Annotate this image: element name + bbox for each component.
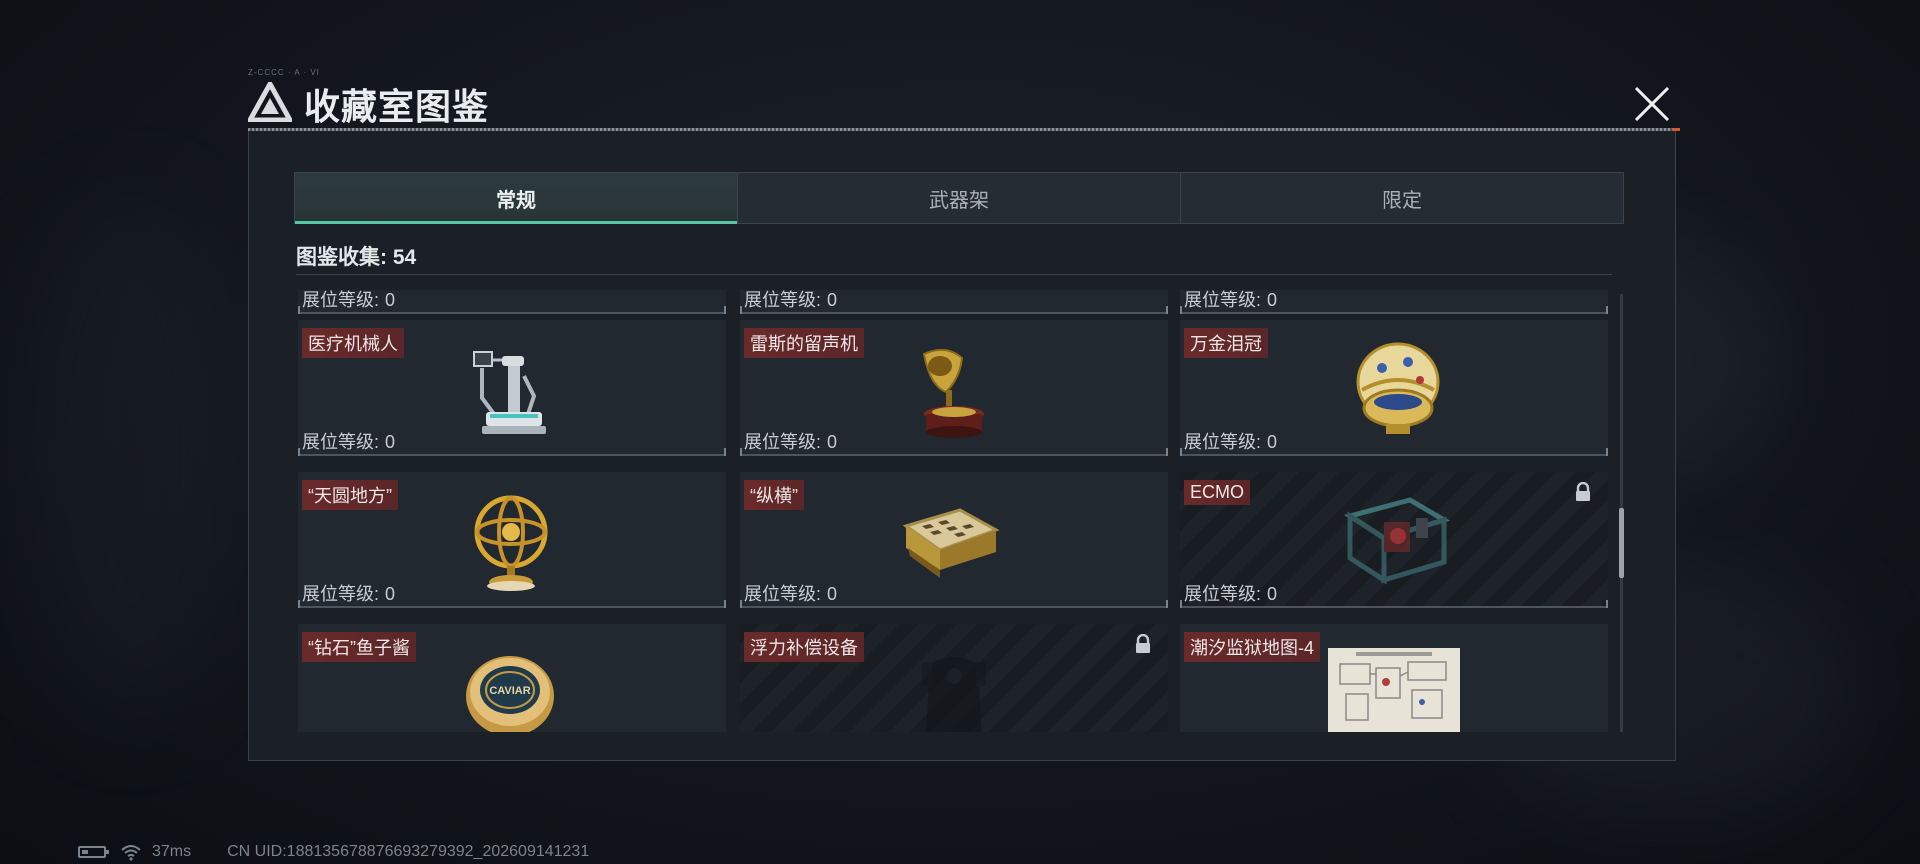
level-label: 展位等级: 0	[744, 584, 838, 604]
collectible-card[interactable]: 展位等级: 0	[1180, 290, 1608, 314]
collectible-card[interactable]: 展位等级: 0	[740, 290, 1168, 314]
item-name: “纵横”	[744, 480, 804, 510]
item-name: “天圆地方”	[302, 480, 398, 510]
page-title: 收藏室图鉴	[304, 86, 490, 127]
medical-robot-icon	[473, 351, 546, 434]
item-name: 万金泪冠	[1184, 328, 1268, 358]
collectible-card[interactable]: 展位等级: 0	[298, 290, 726, 314]
item-name: 浮力补偿设备	[744, 632, 864, 662]
collectible-card[interactable]: “纵横” 展位等级: 0	[740, 472, 1168, 608]
item-name: ECMO	[1184, 480, 1250, 505]
delta-logo-icon	[248, 82, 292, 122]
collectible-card[interactable]: 万金泪冠 展位等级: 0	[1180, 320, 1608, 456]
collectible-card[interactable]: ECMO 展位等级: 0	[1180, 472, 1608, 608]
collectible-card[interactable]: “天圆地方” 展位等级: 0	[298, 472, 726, 608]
buoyancy-vest-icon	[922, 657, 986, 732]
tab-label: 常规	[496, 189, 536, 212]
level-label: 展位等级: 0	[744, 432, 838, 452]
collection-label: 图鉴收集:	[296, 246, 387, 269]
card-underline	[740, 600, 1168, 608]
tab-label: 武器架	[929, 189, 989, 212]
tab-label: 限定	[1382, 189, 1422, 212]
level-label: 展位等级: 0	[302, 290, 396, 310]
lock-icon	[1576, 482, 1590, 501]
scrollbar-thumb[interactable]	[1619, 508, 1624, 578]
background-blur	[20, 200, 240, 720]
level-label: 展位等级: 0	[302, 584, 396, 604]
item-name: 潮汐监狱地图-4	[1184, 632, 1321, 662]
collection-count: 图鉴收集: 54	[296, 241, 416, 271]
ping-text: 37ms	[152, 843, 192, 860]
card-underline	[1180, 448, 1608, 456]
level-label: 展位等级: 0	[302, 432, 396, 452]
card-underline	[298, 448, 726, 456]
tab-regular[interactable]: 常规	[295, 173, 737, 224]
armillary-sphere-icon	[474, 495, 548, 591]
item-name: 医疗机械人	[302, 328, 404, 358]
level-label: 展位等级: 0	[1184, 584, 1278, 604]
uid-text: CN UID:188135678876693279392_20260914123…	[227, 843, 590, 860]
collection-value: 54	[392, 246, 417, 269]
jeweled-egg-icon	[1356, 342, 1440, 434]
level-label: 展位等级: 0	[744, 290, 838, 310]
collectible-card[interactable]: 医疗机械人 展位等级: 0	[298, 320, 726, 456]
card-underline	[1180, 306, 1608, 314]
close-icon[interactable]	[1628, 80, 1676, 128]
level-label: 展位等级: 0	[1184, 290, 1278, 310]
prison-map-icon	[1328, 648, 1460, 732]
item-name: “钻石”鱼子酱	[302, 632, 416, 662]
caviar-label: CAVIAR	[489, 685, 530, 697]
chess-box-icon	[902, 508, 1000, 578]
tab-bar: 常规 武器架 限定	[294, 172, 1624, 224]
card-underline	[740, 448, 1168, 456]
caviar-tin-icon: CAVIAR	[466, 656, 554, 732]
battery-icon	[78, 846, 109, 858]
collectible-card[interactable]: “钻石”鱼子酱 CAVIAR	[298, 624, 726, 732]
tab-limited[interactable]: 限定	[1180, 173, 1623, 223]
level-label: 展位等级: 0	[1184, 432, 1278, 452]
card-underline	[1180, 600, 1608, 608]
section-divider	[296, 274, 1612, 275]
title-bar: Z-CCCC · A · VI 收藏室图鉴	[248, 68, 1678, 132]
tab-weapon-rack[interactable]: 武器架	[737, 173, 1180, 223]
status-bar: 37ms CN UID:188135678876693279392_202609…	[78, 842, 589, 862]
card-underline	[740, 306, 1168, 314]
item-name: 雷斯的留声机	[744, 328, 864, 358]
title-caption: Z-CCCC · A · VI	[248, 68, 320, 77]
lock-icon	[1136, 634, 1150, 653]
collectible-card[interactable]: 潮汐监狱地图-4	[1180, 624, 1608, 732]
collectible-card[interactable]: 浮力补偿设备	[740, 624, 1168, 732]
ecmo-machine-icon	[1343, 497, 1450, 585]
wifi-icon	[121, 845, 141, 861]
gramophone-icon	[922, 348, 984, 438]
card-underline	[298, 600, 726, 608]
collectible-card[interactable]: 雷斯的留声机 展位等级: 0	[740, 320, 1168, 456]
card-underline	[298, 306, 726, 314]
collectible-grid[interactable]: 展位等级: 0 展位等级: 0 展位等级: 0 医疗机械人 展位等级: 0 雷斯的留声机	[298, 290, 1610, 732]
